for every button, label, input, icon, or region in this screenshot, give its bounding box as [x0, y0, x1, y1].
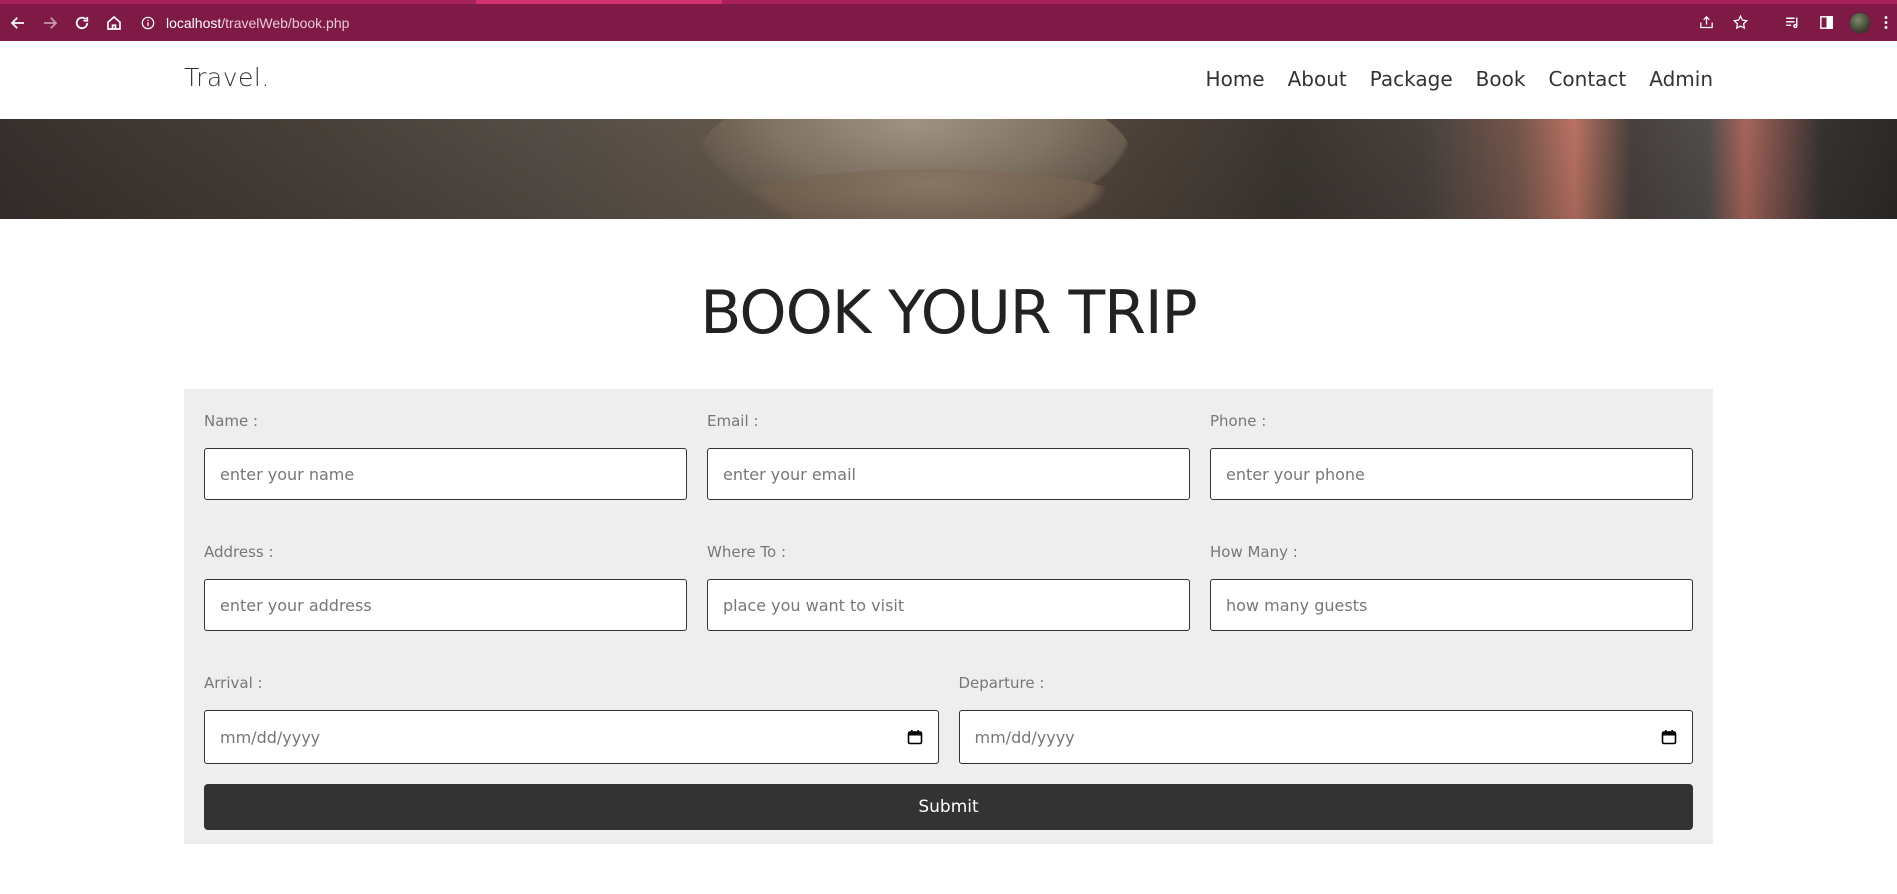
- departure-date-input[interactable]: mm/dd/yyyy: [958, 710, 1693, 764]
- arrival-group: Arrival : mm/dd/yyyy: [204, 671, 939, 764]
- nav-admin[interactable]: Admin: [1649, 67, 1713, 91]
- bookmark-star-icon[interactable]: [1725, 8, 1755, 38]
- calendar-icon[interactable]: [1661, 729, 1677, 745]
- how-many-input[interactable]: how many guests: [1210, 579, 1693, 631]
- avatar: [1849, 11, 1871, 34]
- phone-label: Phone :: [1210, 412, 1267, 430]
- profile-avatar[interactable]: [1845, 8, 1875, 38]
- nav-home[interactable]: Home: [1206, 67, 1265, 91]
- how-many-placeholder: how many guests: [1226, 595, 1368, 615]
- site-info-icon[interactable]: [140, 15, 156, 31]
- home-button[interactable]: [98, 7, 130, 39]
- reload-button[interactable]: [66, 7, 98, 39]
- email-placeholder: enter your email: [723, 464, 856, 484]
- name-label: Name :: [204, 412, 259, 430]
- forward-button[interactable]: [34, 7, 66, 39]
- name-placeholder: enter your name: [220, 464, 355, 484]
- arrival-date-input[interactable]: mm/dd/yyyy: [204, 710, 939, 764]
- submit-button[interactable]: Submit: [204, 784, 1693, 830]
- main-nav: Home About Package Book Contact Admin: [1206, 67, 1713, 91]
- address-label: Address :: [204, 543, 274, 561]
- nav-package[interactable]: Package: [1370, 67, 1453, 91]
- reload-icon: [75, 16, 89, 29]
- email-label: Email :: [707, 412, 759, 430]
- email-group: Email : enter your email: [707, 409, 1190, 500]
- booking-form: Name : enter your name Email : enter you…: [184, 389, 1713, 844]
- how-many-group: How Many : how many guests: [1210, 540, 1693, 631]
- name-group: Name : enter your name: [204, 409, 687, 500]
- active-tab-indicator: [476, 0, 722, 4]
- arrow-right-icon: [44, 16, 58, 29]
- departure-label: Departure :: [958, 674, 1045, 692]
- site-header: Travel. Home About Package Book Contact …: [0, 41, 1897, 119]
- arrow-left-icon: [10, 16, 24, 29]
- departure-group: Departure : mm/dd/yyyy: [958, 671, 1693, 764]
- site-logo[interactable]: Travel.: [184, 63, 270, 92]
- arrival-label: Arrival :: [204, 674, 263, 692]
- where-to-group: Where To : place you want to visit: [707, 540, 1190, 631]
- url-path: /travelWeb/book.php: [221, 14, 350, 31]
- browser-toolbar: localhost/travelWeb/book.php: [0, 0, 1897, 41]
- how-many-label: How Many :: [1210, 543, 1298, 561]
- side-panel-icon[interactable]: [1811, 8, 1841, 38]
- phone-input[interactable]: enter your phone: [1210, 448, 1693, 500]
- page-title: BOOK YOUR TRIP: [700, 278, 1197, 348]
- calendar-icon[interactable]: [907, 729, 923, 745]
- url-text: localhost/travelWeb/book.php: [166, 15, 349, 31]
- phone-group: Phone : enter your phone: [1210, 409, 1693, 500]
- email-input[interactable]: enter your email: [707, 448, 1190, 500]
- where-to-input[interactable]: place you want to visit: [707, 579, 1190, 631]
- name-input[interactable]: enter your name: [204, 448, 687, 500]
- hero-banner-image: [0, 119, 1897, 219]
- home-icon: [107, 15, 121, 30]
- address-input[interactable]: enter your address: [204, 579, 687, 631]
- nav-contact[interactable]: Contact: [1548, 67, 1626, 91]
- address-group: Address : enter your address: [204, 540, 687, 631]
- phone-placeholder: enter your phone: [1226, 464, 1365, 484]
- where-to-placeholder: place you want to visit: [723, 595, 905, 615]
- back-button[interactable]: [2, 7, 34, 39]
- arrival-placeholder: mm/dd/yyyy: [220, 727, 321, 747]
- departure-placeholder: mm/dd/yyyy: [974, 727, 1075, 747]
- where-to-label: Where To :: [707, 543, 787, 561]
- address-placeholder: enter your address: [220, 595, 372, 615]
- browser-menu-icon[interactable]: [1879, 8, 1893, 38]
- address-bar[interactable]: localhost/travelWeb/book.php: [140, 9, 1691, 37]
- nav-about[interactable]: About: [1288, 67, 1347, 91]
- share-icon[interactable]: [1691, 8, 1721, 38]
- url-host: localhost: [166, 14, 222, 31]
- nav-book[interactable]: Book: [1476, 67, 1526, 91]
- media-playlist-icon[interactable]: [1777, 8, 1807, 38]
